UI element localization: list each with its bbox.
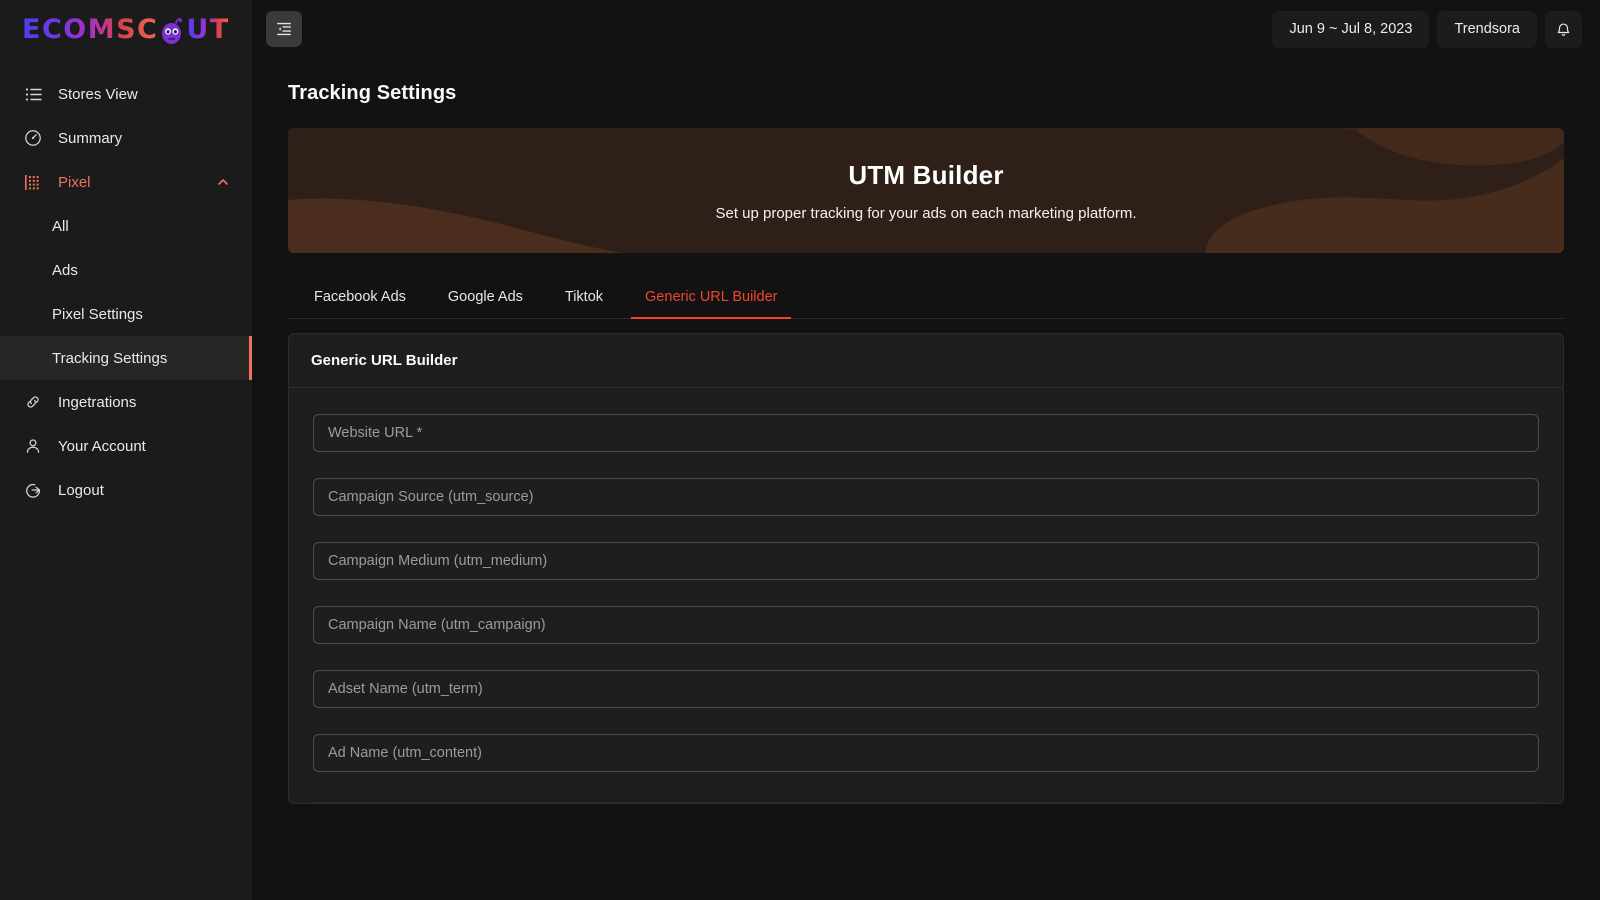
- campaign-source-input[interactable]: [313, 478, 1539, 516]
- date-range-button[interactable]: Jun 9 ~ Jul 8, 2023: [1272, 10, 1430, 48]
- grid-dots-icon: [22, 171, 44, 193]
- topbar-actions: Jun 9 ~ Jul 8, 2023 Trendsora: [1272, 10, 1582, 48]
- alien-head-icon: [158, 14, 186, 46]
- sidebar-item-label: Stores View: [58, 85, 138, 103]
- sidebar-item-summary[interactable]: Summary: [0, 116, 252, 160]
- sidebar-item-label: Pixel Settings: [52, 305, 143, 323]
- gauge-icon: [22, 127, 44, 149]
- sidebar-item-label: Ads: [52, 261, 78, 279]
- sidebar-item-stores-view[interactable]: Stores View: [0, 72, 252, 116]
- list-icon: [22, 83, 44, 105]
- sidebar-item-ads[interactable]: Ads: [0, 248, 252, 292]
- platform-tabs: Facebook Ads Google Ads Tiktok Generic U…: [288, 267, 1564, 319]
- sidebar-item-label: Tracking Settings: [52, 349, 168, 367]
- sidebar-item-label: Pixel: [58, 173, 91, 191]
- campaign-name-input[interactable]: [313, 606, 1539, 644]
- sidebar-item-pixel-settings[interactable]: Pixel Settings: [0, 292, 252, 336]
- brand-text-right: UT: [186, 13, 230, 45]
- tab-facebook-ads[interactable]: Facebook Ads: [300, 289, 420, 319]
- card-title: Generic URL Builder: [289, 334, 1563, 388]
- main-area: Jun 9 ~ Jul 8, 2023 Trendsora Tracking S…: [252, 0, 1600, 900]
- sidebar-item-label: Summary: [58, 129, 123, 147]
- topbar: Jun 9 ~ Jul 8, 2023 Trendsora: [252, 0, 1600, 58]
- page-title: Tracking Settings: [288, 82, 457, 104]
- chevron-up-icon[interactable]: [216, 175, 230, 189]
- sidebar-item-logout[interactable]: Logout: [0, 468, 252, 512]
- user-icon: [22, 435, 44, 457]
- ad-name-input[interactable]: [313, 734, 1539, 772]
- campaign-medium-input[interactable]: [313, 542, 1539, 580]
- form-divider: [313, 802, 1539, 803]
- sidebar-item-label: All: [52, 217, 69, 235]
- website-url-input[interactable]: [313, 414, 1539, 452]
- page-content: Tracking Settings UTM Builder Set up pro…: [252, 58, 1600, 900]
- tab-tiktok[interactable]: Tiktok: [551, 289, 617, 319]
- banner-wave-decoration: [288, 128, 1564, 253]
- sidebar-item-all[interactable]: All: [0, 204, 252, 248]
- sidebar-item-ingetrations[interactable]: Ingetrations: [0, 380, 252, 424]
- brand-logo[interactable]: ECOMSC UT: [0, 0, 252, 58]
- store-selector-button[interactable]: Trendsora: [1437, 10, 1537, 48]
- brand-text-left: ECOMSC: [22, 13, 159, 45]
- sidebar-item-tracking-settings[interactable]: Tracking Settings: [0, 336, 252, 380]
- banner-subtitle: Set up proper tracking for your ads on e…: [715, 204, 1137, 222]
- sidebar-item-label: Logout: [58, 481, 104, 499]
- link-icon: [22, 391, 44, 413]
- utm-builder-banner: UTM Builder Set up proper tracking for y…: [288, 128, 1564, 253]
- sidebar-item-label: Ingetrations: [58, 393, 137, 411]
- url-builder-form: [289, 388, 1563, 803]
- sidebar-item-your-account[interactable]: Your Account: [0, 424, 252, 468]
- logout-icon: [22, 479, 44, 501]
- sidebar-collapse-icon[interactable]: [266, 11, 302, 47]
- app-root: ECOMSC UT Stores View Summary Pixel All …: [0, 0, 1600, 900]
- sidebar-nav: Stores View Summary Pixel All Ads Pixel …: [0, 58, 252, 900]
- tab-google-ads[interactable]: Google Ads: [434, 289, 537, 319]
- banner-title: UTM Builder: [848, 159, 1004, 190]
- sidebar-item-pixel[interactable]: Pixel: [0, 160, 252, 204]
- sidebar-item-label: Your Account: [58, 437, 146, 455]
- adset-name-input[interactable]: [313, 670, 1539, 708]
- bell-icon[interactable]: [1545, 10, 1582, 48]
- generic-url-builder-card: Generic URL Builder: [288, 333, 1564, 804]
- sidebar: ECOMSC UT Stores View Summary Pixel All …: [0, 0, 252, 900]
- tab-generic-url-builder[interactable]: Generic URL Builder: [631, 289, 792, 319]
